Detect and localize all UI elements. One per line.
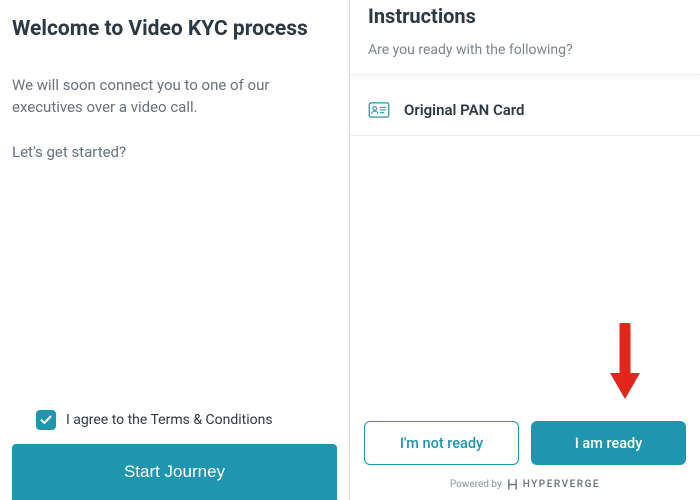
not-ready-button[interactable]: I'm not ready bbox=[364, 421, 519, 465]
welcome-body-2: Let's get started? bbox=[12, 143, 337, 161]
requirement-item: Original PAN Card bbox=[350, 85, 700, 136]
check-icon bbox=[40, 414, 52, 426]
welcome-body-1: We will soon connect you to one of our e… bbox=[12, 75, 337, 119]
id-card-icon bbox=[368, 102, 390, 118]
consent-checkbox[interactable] bbox=[36, 410, 56, 430]
welcome-title: Welcome to Video KYC process bbox=[12, 16, 337, 43]
instructions-title: Instructions bbox=[368, 4, 682, 28]
hyperverge-logo-icon bbox=[507, 479, 518, 490]
ready-button[interactable]: I am ready bbox=[531, 421, 686, 465]
brand-name: HYPERVERGE bbox=[523, 479, 600, 490]
instructions-panel: Instructions Are you ready with the foll… bbox=[350, 0, 700, 500]
instructions-subtitle: Are you ready with the following? bbox=[368, 42, 682, 58]
consent-label: I agree to the Terms & Conditions bbox=[66, 412, 273, 428]
footer: Powered by HYPERVERGE bbox=[350, 473, 700, 500]
welcome-panel: Welcome to Video KYC process We will soo… bbox=[0, 0, 350, 500]
start-journey-button[interactable]: Start Journey bbox=[12, 444, 337, 500]
consent-row[interactable]: I agree to the Terms & Conditions bbox=[12, 410, 337, 430]
powered-by-label: Powered by bbox=[450, 479, 502, 490]
instructions-header: Instructions Are you ready with the foll… bbox=[350, 0, 700, 75]
arrow-down-icon bbox=[608, 323, 642, 403]
requirement-label: Original PAN Card bbox=[404, 101, 525, 119]
action-row: I'm not ready I am ready bbox=[350, 411, 700, 473]
